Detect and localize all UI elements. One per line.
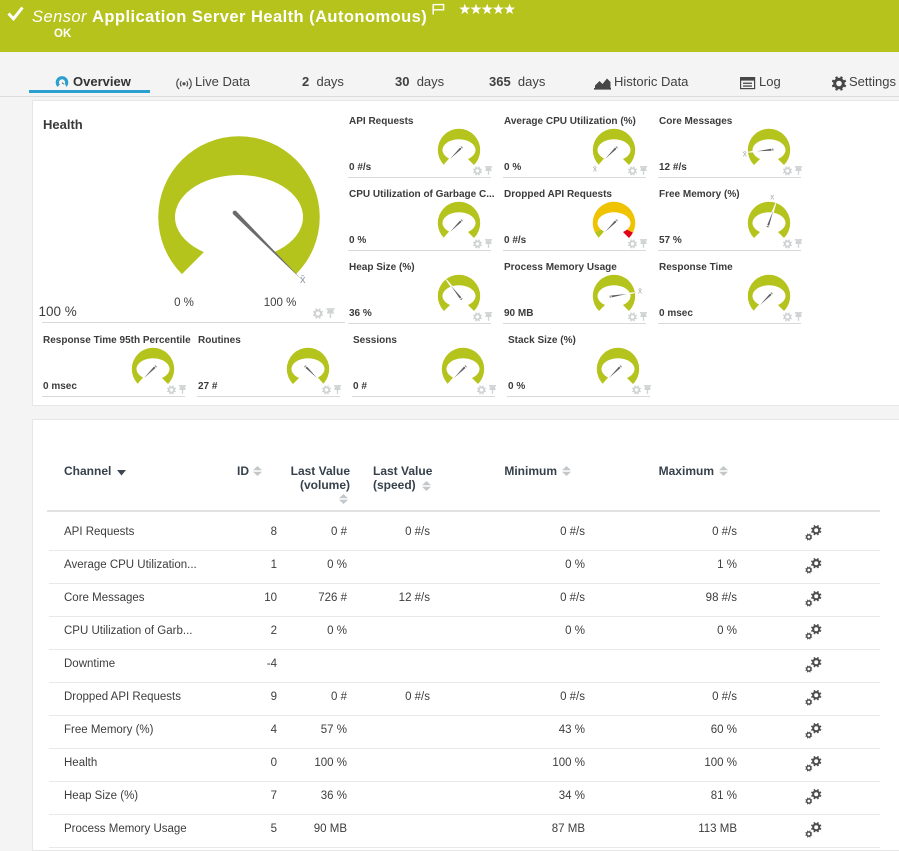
svg-text:x̄: x̄ — [770, 195, 774, 202]
svg-text:x̄: x̄ — [638, 286, 642, 295]
svg-text:x̄: x̄ — [743, 149, 747, 158]
svg-text:x̄: x̄ — [593, 165, 597, 174]
